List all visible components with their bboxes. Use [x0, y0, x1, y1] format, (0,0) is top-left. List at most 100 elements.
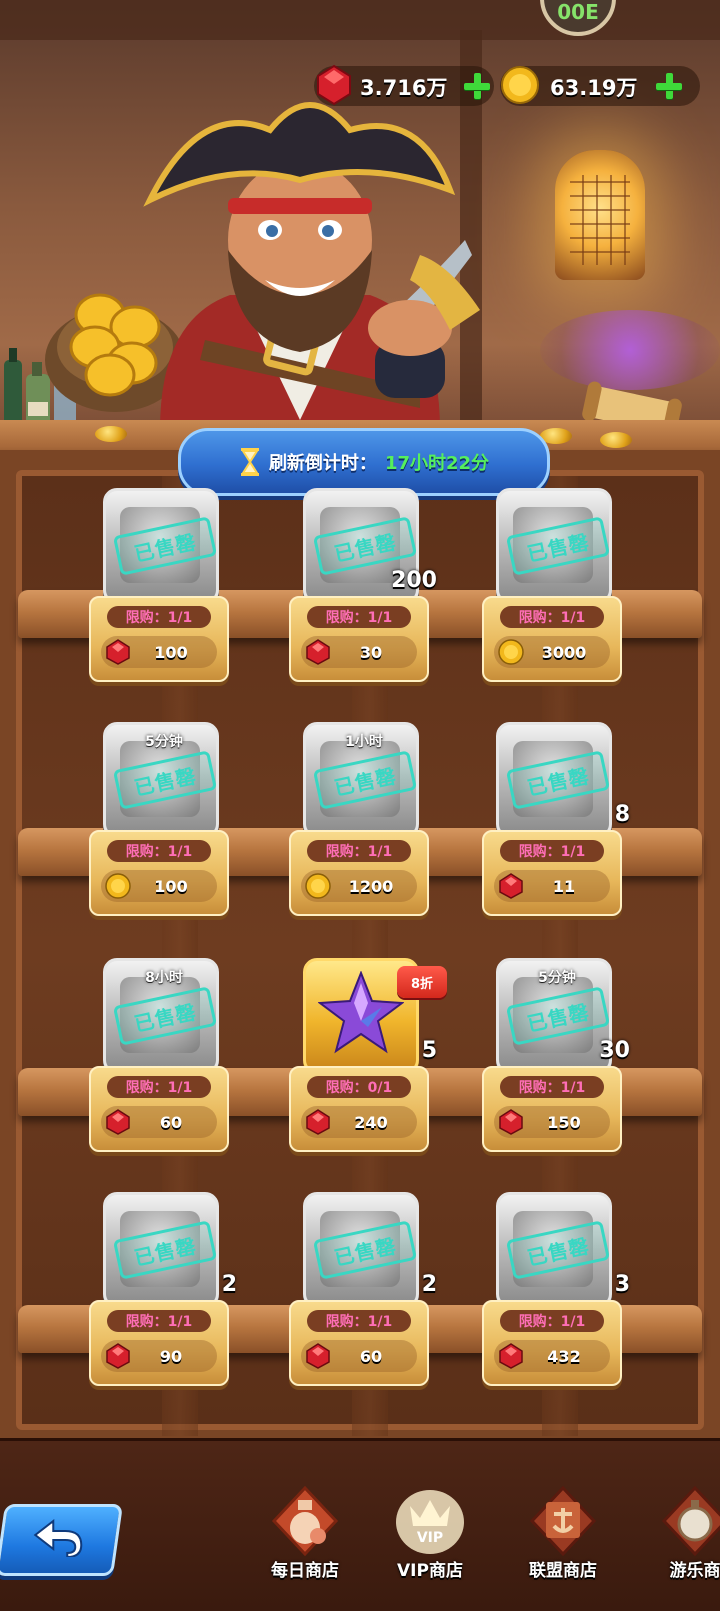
tab-alliance-shop[interactable]: 联盟商店: [508, 1480, 618, 1608]
shop-item: 已售罄 8 限购：1/1 11: [482, 722, 630, 922]
price-value: 90: [159, 1346, 183, 1366]
item-price-card: 限购：1/1 60: [289, 1300, 429, 1386]
red-gem-icon: [498, 873, 524, 899]
item-price-card: 限购：1/1 100: [89, 596, 229, 682]
shop-item: 已售罄 3 限购：1/1 432: [482, 1192, 630, 1392]
price-tag: 11: [494, 870, 610, 902]
item-price-card: 限购：1/1 432: [482, 1300, 622, 1386]
item-quantity: 2: [421, 1272, 437, 1297]
purchase-limit: 限购：1/1: [107, 606, 211, 628]
gold-coin-icon: [105, 873, 131, 899]
item-card: 已售罄: [496, 722, 612, 838]
tab-amusement-shop-label: 游乐商: [669, 1561, 720, 1581]
pirate-captain-illustration: [143, 102, 480, 430]
purchase-limit: 限购：1/1: [307, 840, 411, 862]
coin-deco: [95, 426, 127, 442]
back-arrow-icon: [33, 1519, 83, 1557]
pocket-watch-icon: [661, 1486, 720, 1556]
item-price-card: 限购：1/1 1200: [289, 830, 429, 916]
potion-shop-icon: [271, 1486, 339, 1556]
item-quantity: 3: [614, 1272, 630, 1297]
purchase-limit: 限购：1/1: [107, 840, 211, 862]
coin-amount: 63.19万: [550, 76, 638, 100]
purchase-limit: 限购：1/1: [500, 1310, 604, 1332]
purchase-limit: 限购：1/1: [107, 1076, 211, 1098]
price-value: 150: [547, 1112, 581, 1132]
back-button[interactable]: [0, 1504, 124, 1576]
item-price-card: 限购：1/1 3000: [482, 596, 622, 682]
item-price-card[interactable]: 限购：0/1 240: [289, 1066, 429, 1152]
price-tag: 60: [301, 1340, 417, 1372]
shop-item: 已售罄 限购：1/1 3000: [482, 488, 628, 688]
price-value: 11: [552, 876, 576, 896]
tab-alliance-shop-label: 联盟商店: [529, 1561, 597, 1581]
red-gem-icon: [498, 1109, 524, 1135]
price-value: 60: [359, 1346, 383, 1366]
price-value: 100: [154, 642, 188, 662]
item-card: 5分钟 已售罄: [103, 722, 219, 838]
anchor-banner-icon: [529, 1486, 597, 1556]
item-price-card: 限购：1/1 90: [89, 1300, 229, 1386]
tab-daily-shop[interactable]: 每日商店: [250, 1480, 360, 1608]
gold-coin-icon: [501, 66, 539, 104]
item-price-card: 限购：1/1 100: [89, 830, 229, 916]
purchase-limit: 限购：0/1: [307, 1076, 411, 1098]
purchase-limit: 限购：1/1: [500, 1076, 604, 1098]
price-value: 3000: [541, 642, 587, 662]
item-card: 1小时 已售罄: [303, 722, 419, 838]
price-tag: 90: [101, 1340, 217, 1372]
red-gem-icon: [305, 1343, 331, 1369]
vip-crown-icon: VIP: [396, 1490, 464, 1554]
gold-coin-icon: [498, 639, 524, 665]
coin-deco: [600, 432, 632, 448]
item-price-card: 限购：1/1 30: [289, 596, 429, 682]
price-tag: 60: [101, 1106, 217, 1138]
red-gem-icon: [498, 1343, 524, 1369]
item-quantity: 2: [221, 1272, 237, 1297]
price-value: 432: [547, 1346, 581, 1366]
tab-vip-shop[interactable]: VIP VIP商店: [375, 1480, 485, 1608]
price-tag: 240: [301, 1106, 417, 1138]
price-tag: 3000: [494, 636, 610, 668]
shop-item: 已售罄 限购：1/1 100: [89, 488, 235, 688]
price-value: 240: [354, 1112, 388, 1132]
item-card: 8小时 已售罄: [103, 958, 219, 1074]
coin-balance: 63.19万: [500, 66, 700, 106]
add-gems-button[interactable]: [464, 73, 490, 99]
purchase-limit: 限购：1/1: [307, 606, 411, 628]
shop-item: 已售罄 200 限购：1/1 30: [289, 488, 437, 688]
red-gem-icon: [305, 639, 331, 665]
shop-item: 已售罄 2 限购：1/1 90: [89, 1192, 237, 1392]
item-card: 已售罄: [496, 488, 612, 604]
item-card: 已售罄: [496, 1192, 612, 1308]
shop-item: 1小时 已售罄 限购：1/1 1200: [289, 722, 435, 922]
price-tag: 150: [494, 1106, 610, 1138]
shop-item: 5分钟 已售罄 30 限购：1/1 150: [482, 958, 630, 1158]
price-value: 100: [154, 876, 188, 896]
item-price-card: 限购：1/1 60: [89, 1066, 229, 1152]
item-card: 5分钟 已售罄: [496, 958, 612, 1074]
add-coins-button[interactable]: [656, 73, 682, 99]
item-quantity: 30: [599, 1038, 630, 1063]
item-price-card: 限购：1/1 150: [482, 1066, 622, 1152]
shop-item[interactable]: 5 8折 限购：0/1 240: [289, 958, 447, 1158]
item-duration-label: 8小时: [145, 970, 183, 986]
tab-amusement-shop[interactable]: 游乐商: [640, 1480, 720, 1608]
purchase-limit: 限购：1/1: [107, 1310, 211, 1332]
tab-daily-shop-label: 每日商店: [271, 1561, 339, 1581]
gem-balance: 3.716万: [314, 64, 494, 106]
item-card: 已售罄: [303, 1192, 419, 1308]
purchase-limit: 限购：1/1: [500, 606, 604, 628]
hourglass-icon: [240, 448, 259, 476]
item-card: 已售罄: [103, 488, 219, 604]
discount-badge: 8折: [397, 966, 447, 998]
item-quantity: 200: [391, 568, 437, 593]
shop-item: 5分钟 已售罄 限购：1/1 100: [89, 722, 235, 922]
price-tag: 100: [101, 870, 217, 902]
shop-item: 8小时 已售罄 限购：1/1 60: [89, 958, 235, 1158]
purple-glow-deco: [540, 310, 720, 390]
item-duration-label: 5分钟: [145, 734, 183, 750]
price-value: 60: [159, 1112, 183, 1132]
item-price-card: 限购：1/1 11: [482, 830, 622, 916]
red-gem-icon: [105, 1343, 131, 1369]
